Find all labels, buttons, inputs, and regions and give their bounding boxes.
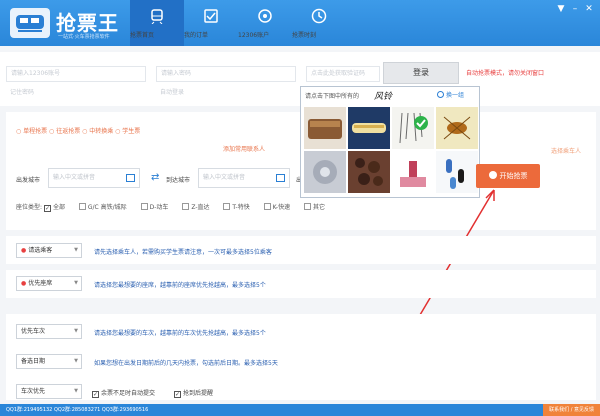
chevron-down-icon: ▼ [74, 328, 78, 334]
option-notify[interactable]: 抢到后提醒 [174, 388, 213, 398]
chevron-down-icon: ▼ [74, 388, 78, 394]
chevron-down-icon: ▼ [74, 358, 78, 364]
train-pref-select-label: 优先车次 [21, 328, 46, 335]
seat-pref-section: ● 优先座席 ▼ 请选择您最想要的座席，越靠前的座席优先抢越高，最多选择5个 [6, 270, 596, 298]
mode-select[interactable]: 车次优先 ▼ [16, 384, 82, 399]
train-pref-desc: 请选择您最想要的车次，越靠前的车次优先抢越高，最多选择5个 [94, 330, 266, 337]
option-notify-label: 抢到后提醒 [183, 390, 214, 397]
required-marker: ● [21, 280, 27, 287]
date-pref-select-label: 备选日期 [21, 358, 46, 365]
train-date-section: 优先车次 ▼ 请选择您最想要的车次，越靠前的车次优先抢越高，最多选择5个 备选日期… [6, 314, 596, 400]
date-pref-desc: 如果您想在出发日期前后的几天内抢票，勾选前后日期。最多选择5天 [94, 360, 278, 367]
passenger-section: ● 请选乘客 ▼ 请先选择乘车人，若需购买学生票请注意，一次可最多选择5位乘客 [6, 236, 596, 264]
chevron-down-icon: ▼ [74, 247, 78, 253]
passenger-desc: 请先选择乘车人，若需购买学生票请注意，一次可最多选择5位乘客 [94, 249, 272, 256]
status-bar: QQ1群:219495132 QQ2群:285083271 QQ3群:29369… [0, 404, 600, 416]
train-pref-select[interactable]: 优先车次 ▼ [16, 324, 82, 339]
status-text: QQ1群:219495132 QQ2群:285083271 QQ3群:29369… [6, 407, 149, 413]
checkbox-icon [92, 391, 99, 398]
seat-pref-desc: 请选择您最想要的座席，越靠前的座席优先抢越高，最多选择5个 [94, 282, 266, 289]
passenger-select-label: 请选乘客 [28, 247, 53, 254]
seat-pref-select[interactable]: ● 优先座席 ▼ [16, 276, 82, 291]
checkbox-icon [174, 391, 181, 398]
date-pref-select[interactable]: 备选日期 ▼ [16, 354, 82, 369]
required-marker: ● [21, 247, 27, 254]
seat-pref-select-label: 优先座席 [28, 280, 53, 287]
mode-select-label: 车次优先 [21, 388, 46, 395]
option-auto-submit[interactable]: 余票不足时自动提交 [92, 388, 155, 398]
option-auto-submit-label: 余票不足时自动提交 [101, 390, 156, 397]
passenger-select[interactable]: ● 请选乘客 ▼ [16, 243, 82, 258]
feedback-link[interactable]: 联系我们 / 意见反馈 [543, 404, 600, 416]
chevron-down-icon: ▼ [74, 280, 78, 286]
